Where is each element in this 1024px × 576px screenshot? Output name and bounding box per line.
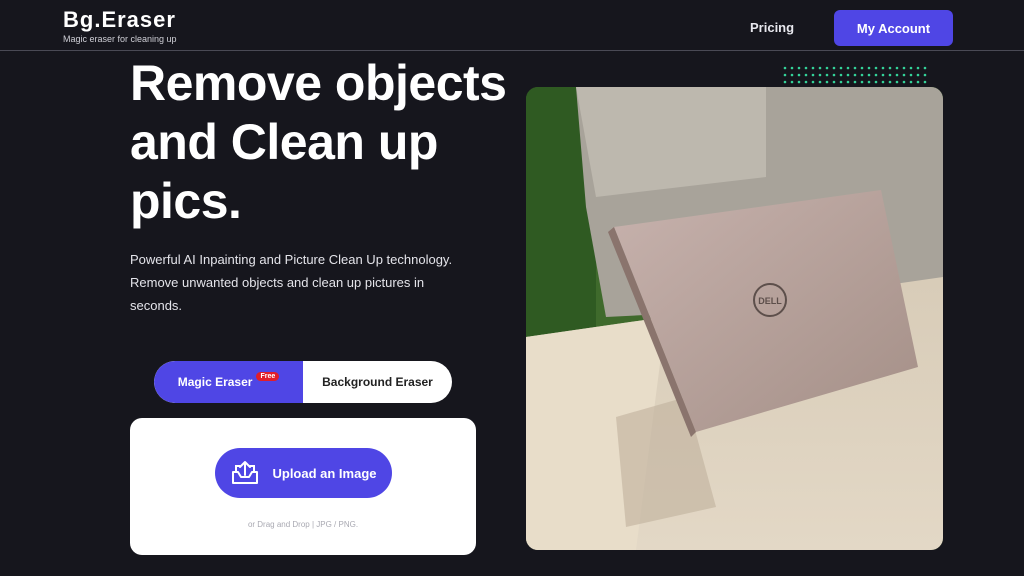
tab-background-eraser[interactable]: Background Eraser: [303, 361, 452, 403]
top-navbar: Bg.Eraser Magic eraser for cleaning up P…: [0, 0, 1024, 51]
upload-image-button[interactable]: Upload an Image: [215, 448, 392, 498]
upload-icon: [230, 459, 260, 488]
tab-magic-eraser-label: Magic Eraser: [177, 375, 253, 389]
my-account-button[interactable]: My Account: [834, 10, 953, 46]
hero-description: Powerful AI Inpainting and Picture Clean…: [130, 252, 453, 313]
eraser-mode-tabs: Magic Eraser Free Background Eraser: [154, 361, 452, 403]
pricing-link[interactable]: Pricing: [750, 20, 794, 35]
brand-name: Bg.Eraser: [63, 7, 176, 32]
brand-logo[interactable]: Bg.Eraser Magic eraser for cleaning up: [63, 7, 177, 45]
dell-logo: DELL: [758, 296, 782, 306]
decorative-dot-grid: [783, 66, 927, 84]
tab-background-eraser-label: Background Eraser: [322, 375, 433, 389]
upload-hint: or Drag and Drop | JPG / PNG.: [247, 520, 359, 529]
example-photo: DELL: [526, 87, 943, 550]
brand-tagline: Magic eraser for cleaning up: [63, 34, 177, 44]
upload-button-label: Upload an Image: [272, 465, 377, 481]
free-badge: Free: [256, 371, 280, 381]
hero-title: Remove objects and Clean up pics.: [130, 55, 507, 229]
tab-magic-eraser[interactable]: Magic Eraser Free: [154, 361, 303, 403]
upload-dropzone[interactable]: Upload an Image or Drag and Drop | JPG /…: [130, 418, 476, 555]
